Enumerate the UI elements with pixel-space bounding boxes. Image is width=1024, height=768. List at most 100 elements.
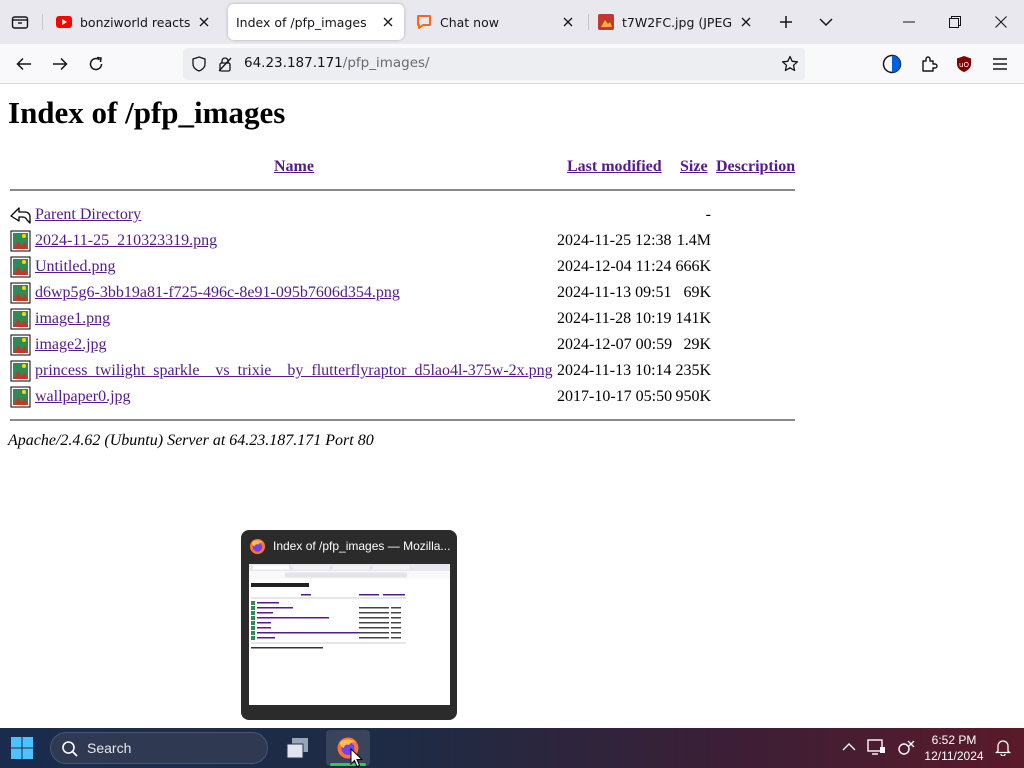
tab-title: Index of /pfp_images bbox=[236, 14, 367, 30]
system-clock[interactable]: 6:52 PM 12/11/2024 bbox=[920, 732, 988, 764]
image-file-icon bbox=[10, 386, 31, 408]
last-modified: 2017-10-17 05:50 bbox=[557, 388, 673, 405]
file-size: 666K bbox=[675, 258, 711, 275]
forward-button[interactable] bbox=[48, 52, 72, 76]
last-modified: 2024-12-07 00:59 bbox=[557, 336, 673, 353]
windows-start-icon[interactable] bbox=[10, 736, 34, 760]
table-row: Parent Directory - bbox=[0, 204, 800, 228]
network-disconnected-icon[interactable] bbox=[896, 738, 916, 758]
image-file-icon bbox=[10, 230, 31, 252]
youtube-icon bbox=[56, 14, 72, 30]
reload-button[interactable] bbox=[84, 52, 108, 76]
image-file-icon bbox=[10, 360, 31, 382]
ublock-origin-button[interactable]: uO bbox=[952, 52, 976, 76]
file-link[interactable]: princess_twilight_sparkle__vs_trixie__by… bbox=[35, 362, 553, 380]
file-size: 69K bbox=[683, 284, 711, 301]
page-thumbnail-image bbox=[249, 564, 450, 649]
column-header-description[interactable]: Description bbox=[716, 158, 795, 176]
header-divider bbox=[10, 189, 795, 191]
tab-title: Chat now bbox=[440, 14, 499, 30]
insecure-lock-icon[interactable] bbox=[217, 56, 233, 72]
server-signature: Apache/2.4.62 (Ubuntu) Server at 64.23.1… bbox=[8, 432, 374, 449]
back-button[interactable] bbox=[12, 52, 36, 76]
mouse-cursor-icon bbox=[350, 748, 364, 768]
file-size: 950K bbox=[675, 388, 711, 405]
file-link[interactable]: image1.png bbox=[35, 310, 110, 328]
column-header-size[interactable]: Size bbox=[680, 158, 708, 176]
display-icon[interactable] bbox=[866, 738, 886, 756]
clock-time: 6:52 PM bbox=[931, 733, 977, 747]
tracking-protection-shield-icon[interactable] bbox=[191, 56, 207, 72]
tab-chat-now[interactable]: Chat now bbox=[408, 4, 584, 40]
minimize-button[interactable] bbox=[886, 0, 932, 44]
app-menu-button[interactable] bbox=[988, 52, 1012, 76]
column-header-name[interactable]: Name bbox=[274, 158, 314, 176]
file-link[interactable]: 2024-11-25_210323319.png bbox=[35, 232, 217, 250]
close-tab-icon[interactable] bbox=[196, 14, 212, 30]
last-modified: 2024-11-13 10:14 bbox=[557, 362, 672, 379]
page-content: Index of /pfp_images Name Last modified … bbox=[0, 85, 1024, 728]
task-view-button[interactable] bbox=[276, 730, 320, 766]
restore-button[interactable] bbox=[932, 0, 978, 44]
address-bar[interactable]: 64.23.187.171/pfp_images/ bbox=[183, 48, 805, 80]
url-host: 64.23.187.171 bbox=[244, 55, 343, 71]
bookmark-star-icon[interactable] bbox=[781, 55, 799, 73]
task-view-icon bbox=[286, 738, 308, 759]
file-link[interactable]: wallpaper0.jpg bbox=[35, 388, 131, 406]
table-row: image2.jpg 2024-12-07 00:59 29K bbox=[0, 334, 800, 358]
file-size: - bbox=[705, 206, 711, 223]
tab-bonziworld[interactable]: bonziworld reacts to - bbox=[48, 4, 220, 40]
image-file-icon bbox=[598, 14, 614, 30]
close-tab-icon[interactable] bbox=[380, 14, 396, 30]
firefox-icon bbox=[249, 538, 266, 555]
extensions-button[interactable] bbox=[917, 52, 941, 76]
page-title: Index of /pfp_images bbox=[8, 95, 286, 130]
tab-t7w2fc-jpg[interactable]: t7W2FC.jpg (JPEG Imag bbox=[590, 4, 762, 40]
close-tab-icon[interactable] bbox=[738, 14, 754, 30]
close-icon bbox=[995, 16, 1007, 28]
preview-thumbnail bbox=[249, 564, 450, 705]
column-header-last-modified[interactable]: Last modified bbox=[567, 158, 662, 176]
reload-icon bbox=[89, 56, 103, 71]
file-link[interactable]: d6wp5g6-3bb19a81-f725-496c-8e91-095b7606… bbox=[35, 284, 400, 302]
tab-strip: bonziworld reacts to - Index of /pfp_ima… bbox=[0, 0, 1024, 44]
notification-bell-icon[interactable] bbox=[994, 738, 1012, 756]
table-row: d6wp5g6-3bb19a81-f725-496c-8e91-095b7606… bbox=[0, 282, 800, 306]
file-link[interactable]: Untitled.png bbox=[35, 258, 115, 276]
file-link[interactable]: image2.jpg bbox=[35, 336, 107, 354]
chevron-down-icon bbox=[819, 18, 833, 27]
taskbar-window-preview[interactable]: Index of /pfp_images — Mozilla... bbox=[241, 530, 457, 720]
file-size: 141K bbox=[675, 310, 711, 327]
close-tab-icon[interactable] bbox=[560, 14, 576, 30]
last-modified: 2024-11-28 10:19 bbox=[557, 310, 672, 327]
taskbar-search-box[interactable]: Search bbox=[50, 732, 268, 764]
new-tab-button[interactable] bbox=[774, 10, 798, 34]
hamburger-menu-icon bbox=[993, 58, 1007, 70]
navigation-toolbar: 64.23.187.171/pfp_images/ uO bbox=[0, 44, 1024, 84]
image-file-icon bbox=[10, 282, 31, 304]
table-row: image1.png 2024-11-28 10:19 141K bbox=[0, 308, 800, 332]
file-size: 235K bbox=[675, 362, 711, 379]
last-modified: 2024-12-04 11:24 bbox=[557, 258, 672, 275]
taskbar-firefox-button[interactable] bbox=[326, 730, 370, 768]
svg-text:uO: uO bbox=[959, 61, 969, 69]
account-circle-icon bbox=[882, 54, 902, 74]
close-window-button[interactable] bbox=[978, 0, 1024, 44]
plus-icon bbox=[780, 16, 792, 28]
arrow-left-icon bbox=[16, 57, 31, 71]
table-row: Untitled.png 2024-12-04 11:24 666K bbox=[0, 256, 800, 280]
tab-separator bbox=[588, 14, 589, 30]
list-all-tabs-button[interactable] bbox=[814, 10, 838, 34]
table-row: wallpaper0.jpg 2017-10-17 05:50 950K bbox=[0, 386, 800, 410]
tab-index-of-pfp-images[interactable]: Index of /pfp_images bbox=[228, 4, 404, 40]
firefox-view-button[interactable] bbox=[880, 52, 904, 76]
tab-list-button[interactable] bbox=[8, 10, 32, 34]
last-modified: 2024-11-13 09:51 bbox=[557, 284, 672, 301]
back-folder-icon bbox=[10, 207, 31, 224]
chevron-up-icon[interactable] bbox=[842, 742, 856, 752]
file-size: 1.4M bbox=[676, 232, 711, 249]
image-file-icon bbox=[10, 256, 31, 278]
last-modified: 2024-11-25 12:38 bbox=[557, 232, 672, 249]
footer-divider bbox=[10, 419, 795, 421]
parent-directory-link[interactable]: Parent Directory bbox=[35, 206, 141, 224]
